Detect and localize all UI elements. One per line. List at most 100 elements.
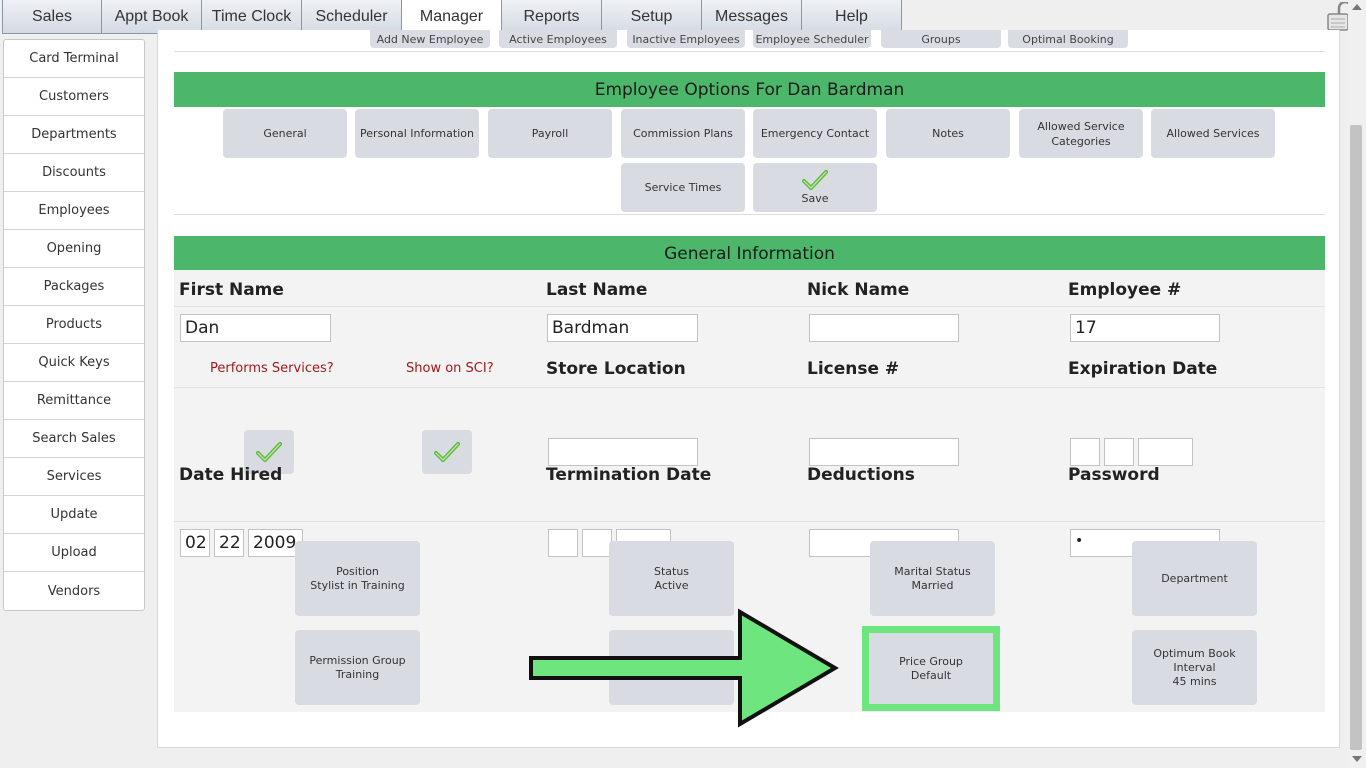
date-hired-day-field[interactable]: 22 xyxy=(214,529,244,557)
sidebar-item-card-terminal[interactable]: Card Terminal xyxy=(4,40,144,78)
tab-messages[interactable]: Messages xyxy=(702,0,802,34)
sidebar-item-search-sales[interactable]: Search Sales xyxy=(4,420,144,458)
expiration-day-field[interactable] xyxy=(1104,438,1134,466)
sidebar-item-employees[interactable]: Employees xyxy=(4,192,144,230)
date-hired-month-field[interactable]: 02 xyxy=(180,529,210,557)
employee-number-field[interactable]: 17 xyxy=(1070,314,1220,342)
marital-status-button[interactable]: Marital Status Married xyxy=(870,541,995,616)
optimal-booking-button[interactable]: Optimal Booking xyxy=(1008,30,1128,48)
sidebar-item-update[interactable]: Update xyxy=(4,496,144,534)
notes-button[interactable]: Notes xyxy=(886,109,1010,158)
license-field[interactable] xyxy=(809,438,959,466)
row-divider xyxy=(174,521,1325,522)
last-name-label: Last Name xyxy=(546,280,648,300)
permission-group-label: Permission Group xyxy=(309,653,406,667)
service-times-label: Service Times xyxy=(644,181,722,194)
personal-information-button[interactable]: Personal Information xyxy=(355,109,479,158)
price-group-button[interactable]: Price Group Default xyxy=(862,626,1000,711)
top-nav: Sales Appt Book Time Clock Scheduler Man… xyxy=(2,0,902,35)
tab-sales[interactable]: Sales xyxy=(2,0,102,34)
sidebar-item-products[interactable]: Products xyxy=(4,306,144,344)
expiration-date-label: Expiration Date xyxy=(1068,359,1218,379)
checkmark-icon xyxy=(802,170,828,190)
position-button[interactable]: Position Stylist in Training xyxy=(295,541,420,616)
vertical-scrollbar[interactable] xyxy=(1348,0,1366,768)
sidebar-item-departments[interactable]: Departments xyxy=(4,116,144,154)
save-button[interactable]: Save xyxy=(753,163,877,212)
first-name-label: First Name xyxy=(179,280,284,300)
payroll-button[interactable]: Payroll xyxy=(488,109,612,158)
expiration-year-field[interactable] xyxy=(1138,438,1193,466)
store-location-field[interactable] xyxy=(548,438,698,466)
termination-month-field[interactable] xyxy=(548,529,578,557)
row-divider xyxy=(174,387,1325,388)
tab-setup[interactable]: Setup xyxy=(602,0,702,34)
add-new-employee-button[interactable]: Add New Employee xyxy=(370,30,490,48)
performs-services-label: Performs Services? xyxy=(210,361,334,376)
sidebar-item-remittance[interactable]: Remittance xyxy=(4,382,144,420)
arrow-pointer-icon xyxy=(529,608,839,728)
general-information-header: General Information xyxy=(174,236,1325,271)
marital-status-value: Married xyxy=(911,578,954,592)
allowed-services-button[interactable]: Allowed Services xyxy=(1151,109,1275,158)
optimum-book-interval-button[interactable]: Optimum Book Interval 45 mins xyxy=(1132,630,1257,705)
general-button-label: General xyxy=(263,127,307,140)
commission-plans-label: Commission Plans xyxy=(633,127,733,140)
termination-day-field[interactable] xyxy=(582,529,612,557)
employee-subnav: Add New Employee Active Employees Inacti… xyxy=(158,30,1339,50)
sidebar-item-customers[interactable]: Customers xyxy=(4,78,144,116)
status-button[interactable]: Status Active xyxy=(609,541,734,616)
checkmark-icon xyxy=(256,442,282,462)
expiration-month-field[interactable] xyxy=(1070,438,1100,466)
emergency-contact-button[interactable]: Emergency Contact xyxy=(753,109,877,158)
status-label: Status xyxy=(653,564,690,578)
notes-label: Notes xyxy=(932,127,964,140)
employee-number-label: Employee # xyxy=(1068,280,1182,300)
permission-group-value: Training xyxy=(335,667,380,681)
tab-scheduler[interactable]: Scheduler xyxy=(302,0,402,34)
tab-reports[interactable]: Reports xyxy=(502,0,602,34)
scrollbar-thumb[interactable] xyxy=(1350,125,1362,750)
sidebar-item-services[interactable]: Services xyxy=(4,458,144,496)
sidebar-item-vendors[interactable]: Vendors xyxy=(4,572,144,610)
allowed-service-categories-button[interactable]: Allowed Service Categories xyxy=(1019,109,1143,158)
tab-time-clock[interactable]: Time Clock xyxy=(202,0,302,34)
tab-appt-book[interactable]: Appt Book xyxy=(102,0,202,34)
nick-name-label: Nick Name xyxy=(807,280,910,300)
save-label: Save xyxy=(801,192,829,205)
employee-options-header: Employee Options For Dan Bardman xyxy=(174,72,1325,107)
divider xyxy=(174,214,1325,215)
permission-group-button[interactable]: Permission Group Training xyxy=(295,630,420,705)
groups-button[interactable]: Groups xyxy=(881,30,1001,48)
price-group-value: Default xyxy=(910,668,952,682)
scroll-up-icon[interactable] xyxy=(1352,4,1362,10)
general-button[interactable]: General xyxy=(223,109,347,158)
service-times-button[interactable]: Service Times xyxy=(621,163,745,212)
row-divider xyxy=(174,306,1325,307)
active-employees-button[interactable]: Active Employees xyxy=(499,30,617,48)
commission-plans-button[interactable]: Commission Plans xyxy=(621,109,745,158)
first-name-field[interactable]: Dan xyxy=(180,314,331,342)
inactive-employees-button[interactable]: Inactive Employees xyxy=(627,30,745,48)
checkmark-icon xyxy=(434,442,460,462)
scroll-down-icon[interactable] xyxy=(1352,756,1362,762)
personal-information-label: Personal Information xyxy=(360,127,474,140)
sidebar-item-discounts[interactable]: Discounts xyxy=(4,154,144,192)
nick-name-field[interactable] xyxy=(809,314,959,342)
optimum-interval-label: Interval xyxy=(1173,660,1216,674)
sidebar-item-packages[interactable]: Packages xyxy=(4,268,144,306)
department-button[interactable]: Department xyxy=(1132,541,1257,616)
sidebar-item-opening[interactable]: Opening xyxy=(4,230,144,268)
status-value: Active xyxy=(654,578,689,592)
sidebar-item-quick-keys[interactable]: Quick Keys xyxy=(4,344,144,382)
allowed-service-categories-label: Allowed Service Categories xyxy=(1037,119,1125,148)
employee-scheduler-button[interactable]: Employee Scheduler xyxy=(753,30,871,48)
date-hired-label: Date Hired xyxy=(179,465,283,485)
last-name-field[interactable]: Bardman xyxy=(547,314,698,342)
sidebar-item-upload[interactable]: Upload xyxy=(4,534,144,572)
show-on-sci-checkbox[interactable] xyxy=(422,430,472,474)
sidebar: Card Terminal Customers Departments Disc… xyxy=(3,39,145,611)
tab-help[interactable]: Help xyxy=(802,0,902,34)
termination-date-label: Termination Date xyxy=(546,465,712,485)
show-on-sci-label: Show on SCI? xyxy=(406,361,494,376)
